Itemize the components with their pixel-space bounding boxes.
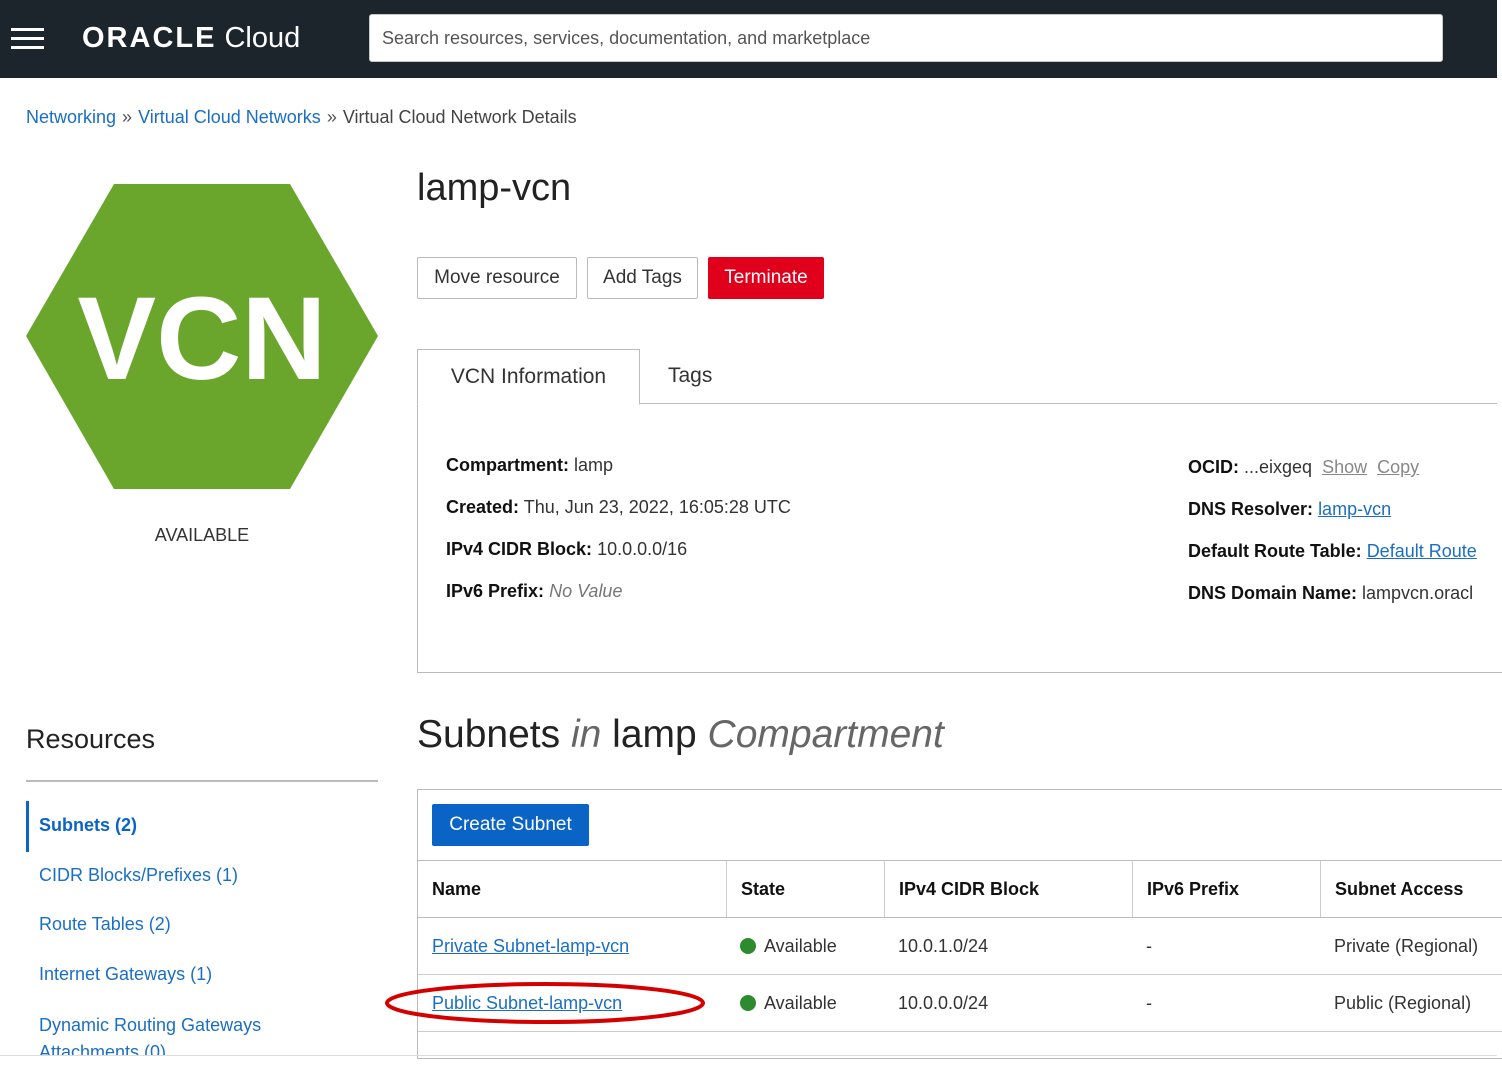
hamburger-menu-icon[interactable] — [11, 28, 44, 50]
compartment-value: lamp — [574, 455, 614, 475]
subnet-state-cell: Available — [726, 918, 837, 974]
logo-product: Cloud — [224, 22, 301, 54]
subnet-name-cell: Private Subnet-lamp-vcn — [418, 918, 629, 974]
column-header-state[interactable]: State — [726, 861, 884, 917]
subnets-heading-compartment: Compartment — [707, 713, 944, 756]
ocid-value: ...eixgeq — [1244, 457, 1313, 477]
subnet-ipv6-cell: - — [1146, 936, 1152, 956]
ipv4-cidr-value: 10.0.0.0/16 — [597, 539, 688, 559]
breadcrumb-virtual-cloud-networks[interactable]: Virtual Cloud Networks — [138, 107, 321, 127]
subnet-name-link[interactable]: Public Subnet-lamp-vcn — [432, 993, 622, 1013]
dns-resolver-label: DNS Resolver: — [1188, 499, 1314, 519]
ipv6-prefix-value: No Value — [549, 581, 623, 601]
subnet-state-text: Available — [764, 993, 837, 1013]
resources-divider — [26, 780, 378, 782]
compartment-label: Compartment: — [446, 455, 570, 475]
vcn-icon-text: VCN — [77, 273, 326, 405]
default-route-table-link[interactable]: Default Route — [1367, 541, 1477, 561]
ocid-field: OCID: ...eixgeq Show Copy — [1188, 457, 1419, 478]
breadcrumb-separator: » — [122, 107, 133, 127]
create-subnet-button[interactable]: Create Subnet — [432, 804, 589, 846]
resource-item-subnets[interactable]: Subnets (2) — [39, 815, 137, 836]
tab-vcn-information[interactable]: VCN Information — [417, 349, 640, 405]
table-row: Public Subnet-lamp-vcn Available 10.0.0.… — [418, 975, 1502, 1032]
column-header-ipv4-cidr[interactable]: IPv4 CIDR Block — [884, 861, 1132, 917]
bottom-divider — [0, 1055, 1497, 1056]
oracle-cloud-logo[interactable]: ORACLE Cloud — [82, 22, 300, 55]
tab-tags[interactable]: Tags — [668, 349, 712, 405]
global-search-input[interactable] — [369, 14, 1443, 62]
table-row: Private Subnet-lamp-vcn Available 10.0.1… — [418, 918, 1502, 975]
compartment-field: Compartment: lamp — [446, 455, 613, 476]
ocid-copy-link[interactable]: Copy — [1377, 457, 1419, 477]
ocid-label: OCID: — [1188, 457, 1239, 477]
dns-domain-label: DNS Domain Name: — [1188, 583, 1358, 603]
ocid-show-link[interactable]: Show — [1322, 457, 1367, 477]
status-available-icon — [740, 938, 756, 954]
breadcrumb: Networking» Virtual Cloud Networks» Virtua… — [26, 107, 577, 128]
move-resource-button[interactable]: Move resource — [417, 257, 577, 299]
resource-item-route-tables[interactable]: Route Tables (2) — [39, 914, 171, 935]
subnet-state-text: Available — [764, 936, 837, 956]
breadcrumb-current: Virtual Cloud Network Details — [342, 107, 577, 127]
created-label: Created: — [446, 497, 520, 517]
ipv4-cidr-field: IPv4 CIDR Block: 10.0.0.0/16 — [446, 539, 687, 560]
status-available-icon — [740, 995, 756, 1011]
created-value: Thu, Jun 23, 2022, 16:05:28 UTC — [523, 497, 791, 517]
dns-resolver-link[interactable]: lamp-vcn — [1318, 499, 1391, 519]
logo-brand: ORACLE — [82, 22, 217, 54]
page-title: lamp-vcn — [417, 167, 572, 209]
breadcrumb-networking[interactable]: Networking — [26, 107, 116, 127]
dns-resolver-field: DNS Resolver: lamp-vcn — [1188, 499, 1391, 520]
subnet-access-cell: Private (Regional) — [1334, 936, 1479, 956]
column-header-ipv6-prefix[interactable]: IPv6 Prefix — [1132, 861, 1320, 917]
subnet-access-cell: Public (Regional) — [1334, 993, 1472, 1013]
subnets-table-header: Name State IPv4 CIDR Block IPv6 Prefix S… — [418, 860, 1502, 918]
vcn-status: AVAILABLE — [154, 525, 250, 545]
subnets-heading: Subnets in lamp Compartment — [417, 713, 944, 757]
subnet-name-cell: Public Subnet-lamp-vcn — [418, 975, 622, 1031]
subnets-heading-in: in — [570, 713, 602, 756]
ipv6-prefix-label: IPv6 Prefix: — [446, 581, 545, 601]
resource-item-cidr-blocks[interactable]: CIDR Blocks/Prefixes (1) — [39, 865, 238, 886]
default-route-table-label: Default Route Table: — [1188, 541, 1362, 561]
resource-item-drg-attachments-line2[interactable]: Attachments (0) — [39, 1042, 166, 1055]
subnet-state-cell: Available — [726, 975, 837, 1031]
default-route-table-field: Default Route Table: Default Route — [1188, 541, 1477, 562]
ipv4-cidr-label: IPv4 CIDR Block: — [446, 539, 593, 559]
subnets-heading-compartment-name: lamp — [612, 713, 697, 756]
resources-heading: Resources — [26, 724, 156, 754]
resource-item-internet-gateways[interactable]: Internet Gateways (1) — [39, 964, 212, 985]
vcn-information-panel — [417, 403, 1502, 673]
terminate-button[interactable]: Terminate — [708, 257, 824, 299]
dns-domain-value: lampvcn.oracl — [1362, 583, 1474, 603]
subnet-ipv4-cell: 10.0.0.0/24 — [898, 993, 989, 1013]
ipv6-prefix-field: IPv6 Prefix: No Value — [446, 581, 622, 602]
subnet-ipv6-cell: - — [1146, 993, 1152, 1013]
breadcrumb-separator: » — [326, 107, 337, 127]
column-header-name[interactable]: Name — [418, 861, 726, 917]
add-tags-button[interactable]: Add Tags — [587, 257, 698, 299]
subnet-ipv4-cell: 10.0.1.0/24 — [898, 936, 989, 956]
vcn-hexagon-icon: VCN — [26, 184, 378, 489]
resource-item-drg-attachments[interactable]: Dynamic Routing Gateways — [39, 1015, 261, 1036]
top-navigation-bar: ORACLE Cloud — [0, 0, 1497, 78]
subnet-name-link[interactable]: Private Subnet-lamp-vcn — [432, 936, 629, 956]
subnets-heading-word: Subnets — [417, 713, 561, 756]
column-header-subnet-access[interactable]: Subnet Access — [1320, 861, 1502, 917]
active-indicator — [26, 801, 29, 852]
dns-domain-field: DNS Domain Name: lampvcn.oracl — [1188, 583, 1473, 604]
created-field: Created: Thu, Jun 23, 2022, 16:05:28 UTC — [446, 497, 791, 518]
